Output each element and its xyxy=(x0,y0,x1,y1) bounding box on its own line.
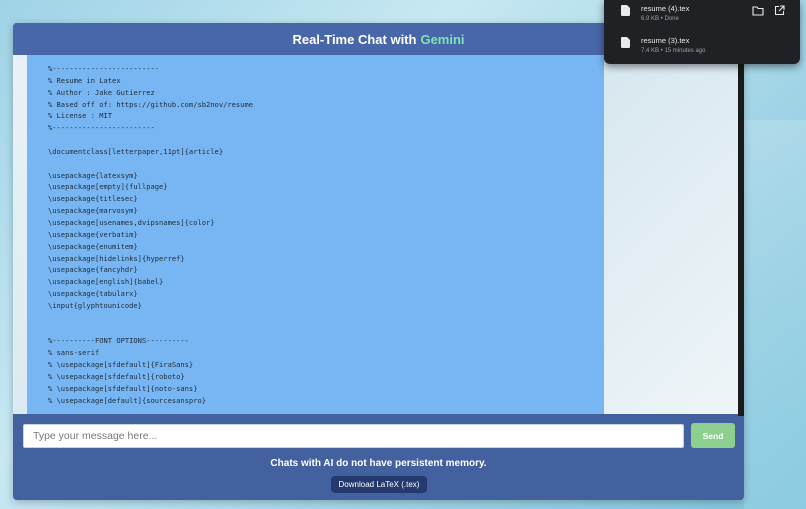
download-item[interactable]: resume (4).tex 6.9 KB • Done xyxy=(604,0,800,30)
download-file-meta: 6.9 KB • Done xyxy=(641,16,679,22)
open-external-icon[interactable] xyxy=(774,5,785,16)
download-file-name: resume (4).tex xyxy=(641,4,690,13)
latex-code-text: %------------------------- % Resume in L… xyxy=(48,64,253,405)
chat-messages[interactable]: %------------------------- % Resume in L… xyxy=(13,55,744,414)
download-file-name: resume (3).tex xyxy=(641,36,690,45)
download-item[interactable]: resume (3).tex 7.4 KB • 15 minutes ago xyxy=(604,32,800,62)
chat-title-accent: Gemini xyxy=(420,31,465,47)
file-icon xyxy=(621,37,630,48)
chat-title: Real-Time Chat with xyxy=(292,31,417,47)
memory-notice: Chats with AI do not have persistent mem… xyxy=(270,458,487,469)
window-edge xyxy=(738,60,744,416)
chat-window: Real-Time Chat with Gemini %------------… xyxy=(13,23,744,500)
downloads-panel: resume (4).tex 6.9 KB • Done resume (3).… xyxy=(604,0,800,64)
message-input[interactable] xyxy=(23,424,684,448)
download-file-meta: 7.4 KB • 15 minutes ago xyxy=(641,48,706,54)
file-icon xyxy=(621,5,630,16)
composer-row: Send xyxy=(13,414,744,458)
ai-message-bubble: %------------------------- % Resume in L… xyxy=(27,55,604,414)
send-button[interactable]: Send xyxy=(691,423,735,448)
folder-icon[interactable] xyxy=(752,5,764,16)
download-latex-button[interactable]: Download LaTeX (.tex) xyxy=(331,476,427,493)
background-decoration xyxy=(744,120,806,509)
